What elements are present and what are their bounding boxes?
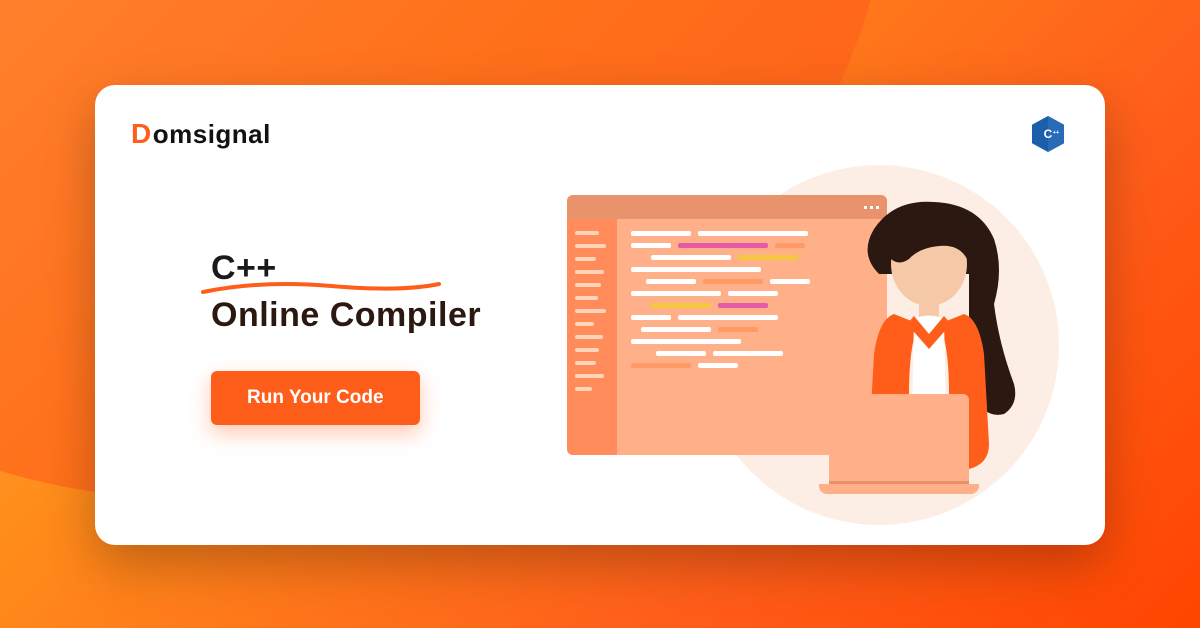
svg-text:C: C: [1044, 127, 1053, 141]
svg-text:++: ++: [1053, 130, 1060, 136]
cpp-badge-icon: C ++: [1027, 113, 1069, 155]
hero-text-block: C++ Online Compiler Run Your Code: [131, 239, 562, 425]
brand-logo: Domsignal: [131, 118, 271, 150]
hero-title-line2: Online Compiler: [211, 296, 562, 335]
person-illustration: [819, 194, 1049, 504]
underline-swoosh-icon: [201, 280, 441, 296]
hero-illustration: [562, 155, 1069, 509]
run-code-button[interactable]: Run Your Code: [211, 371, 420, 425]
brand-logo-prefix: D: [131, 118, 152, 150]
card-content: C++ Online Compiler Run Your Code: [131, 155, 1069, 509]
hero-card: Domsignal C ++ C++ Online Compiler Run Y…: [95, 85, 1105, 545]
editor-sidebar: [567, 219, 617, 455]
laptop-illustration: [819, 394, 979, 504]
brand-logo-rest: omsignal: [153, 119, 271, 150]
hero-title-line1: C++: [211, 249, 277, 288]
card-header: Domsignal C ++: [131, 113, 1069, 155]
